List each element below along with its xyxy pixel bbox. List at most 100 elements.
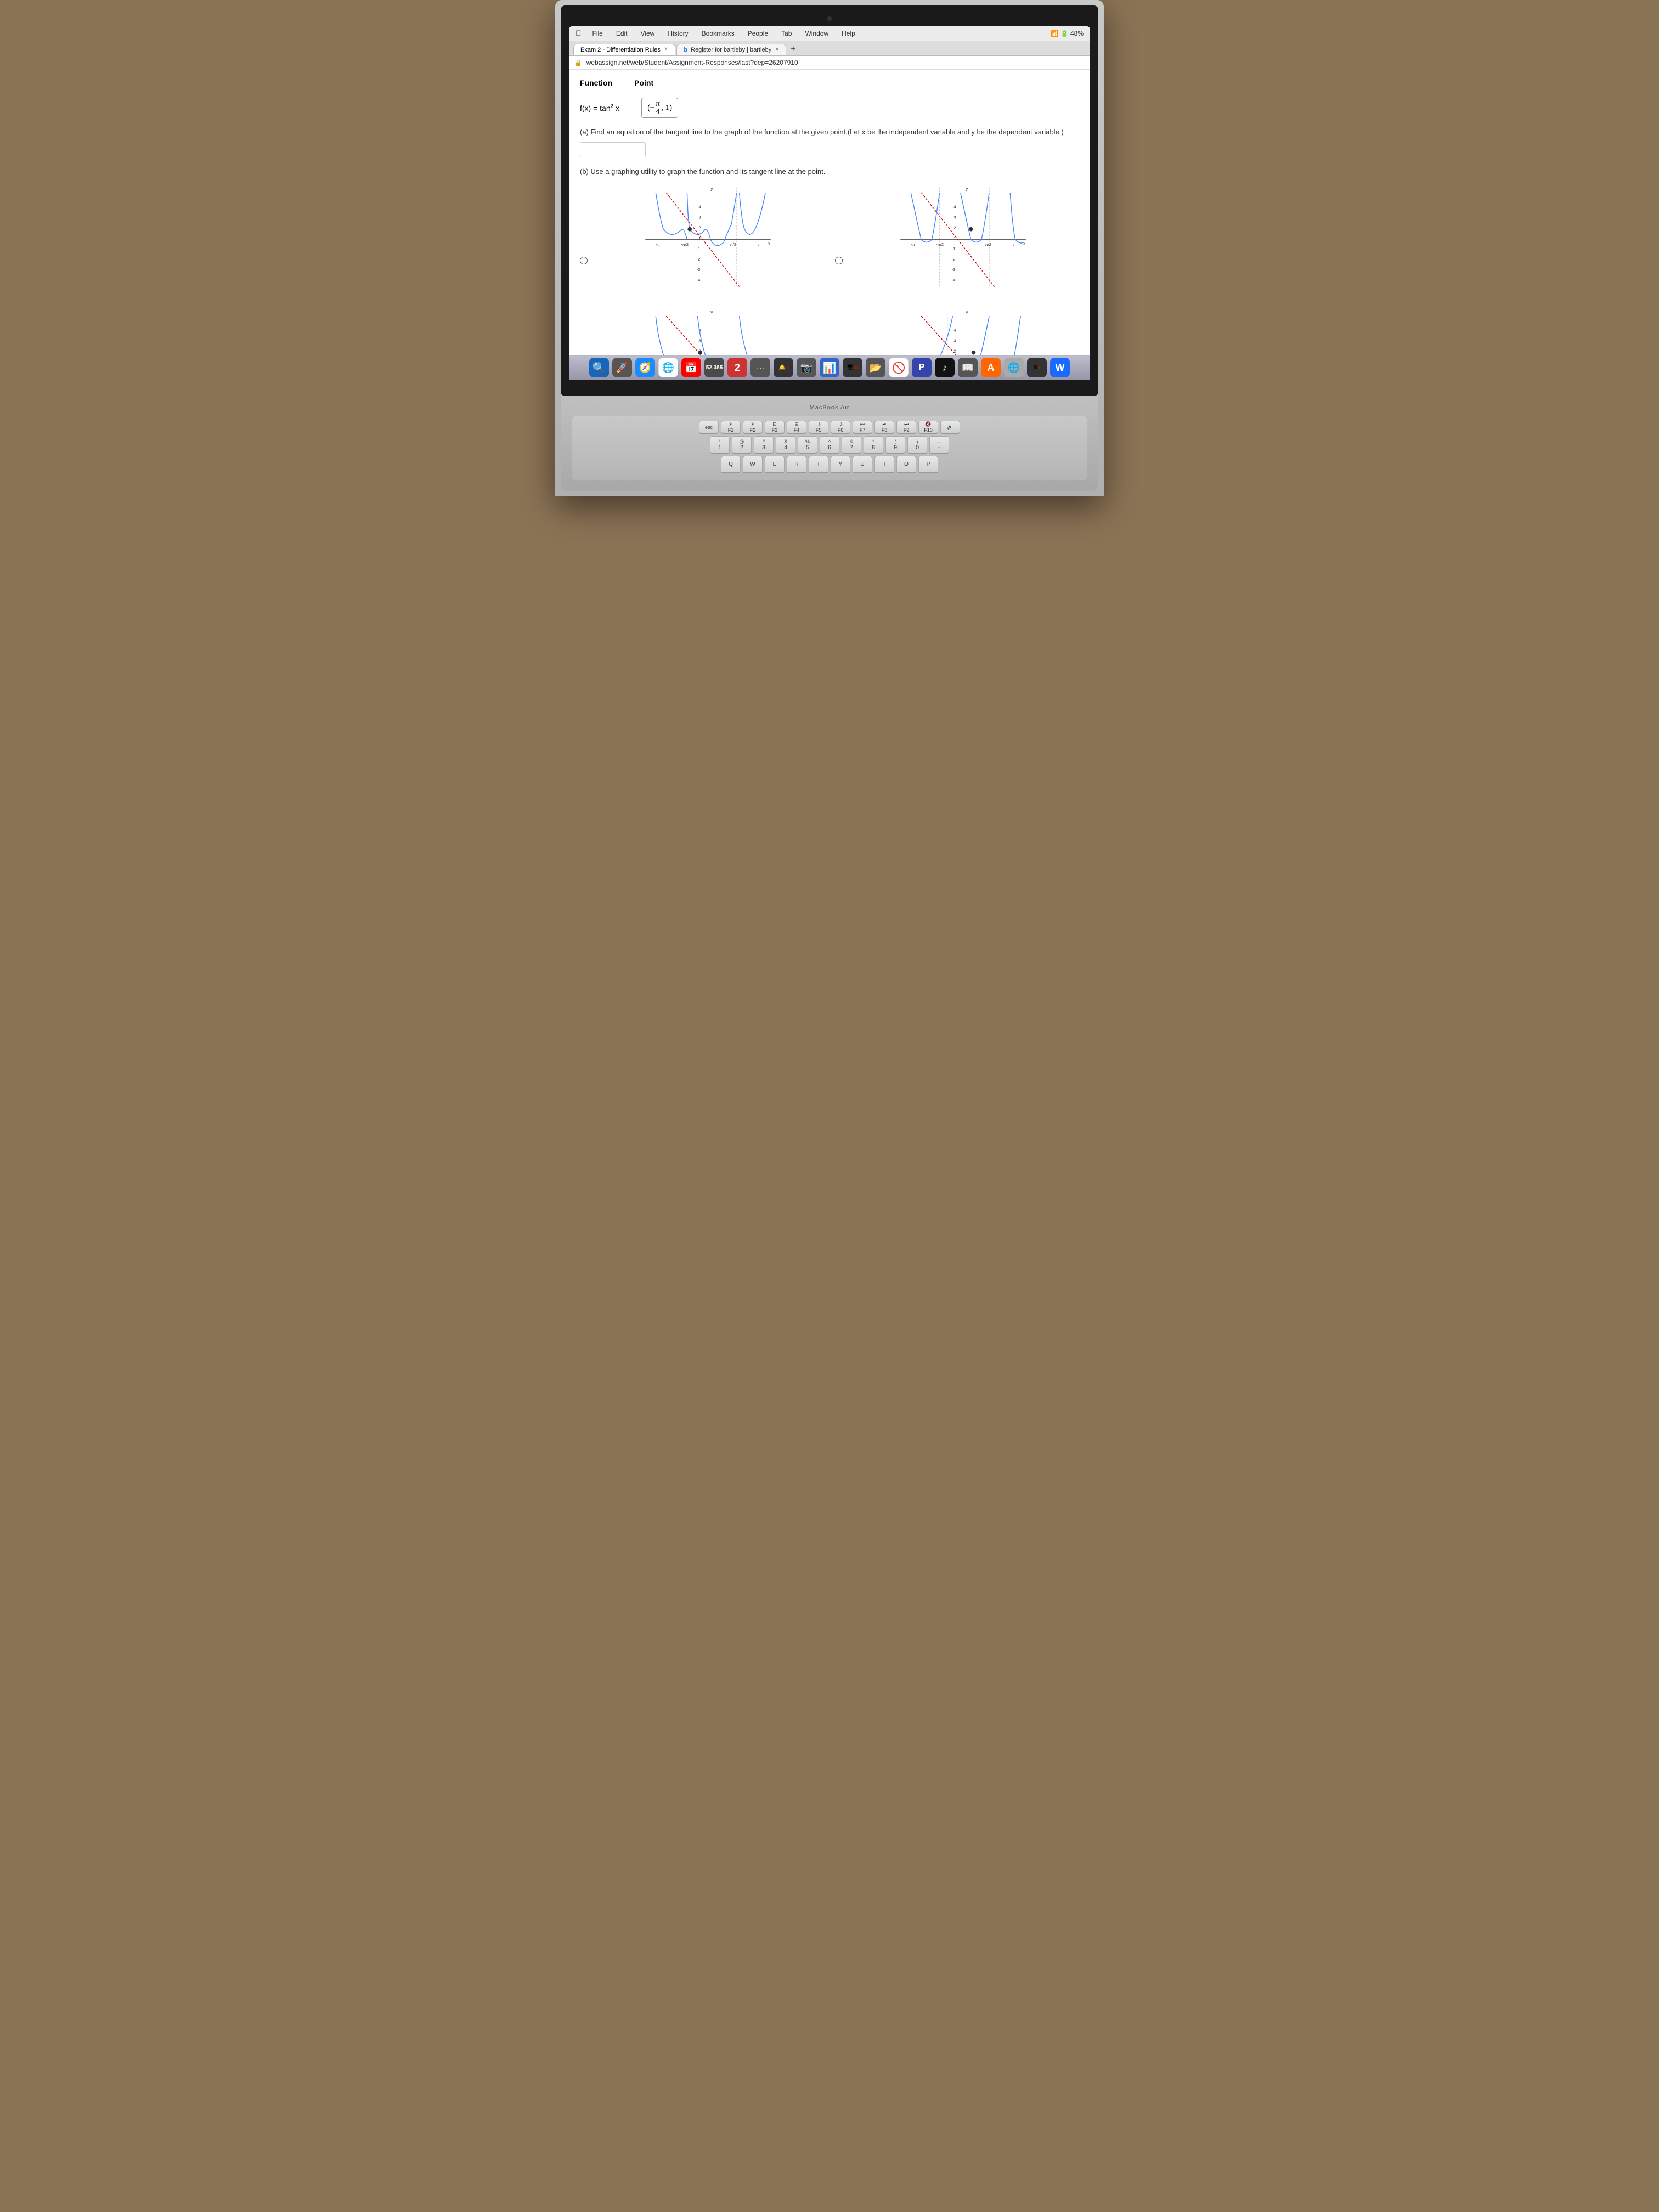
svg-text:-3: -3 xyxy=(697,267,701,272)
menu-view[interactable]: View xyxy=(639,29,657,38)
menu-tab[interactable]: Tab xyxy=(779,29,794,38)
key-i[interactable]: I xyxy=(874,456,894,473)
dock-badge3[interactable]: ⚙1 xyxy=(1027,358,1047,377)
graph-svg-1: x y 4 3 2 1 -1 -2 -3 -4 xyxy=(592,182,824,292)
dock-badge[interactable]: 🔔2 xyxy=(774,358,793,377)
apple-menu[interactable]:  xyxy=(575,29,582,38)
graph-radio-2[interactable] xyxy=(835,257,843,264)
key-o[interactable]: O xyxy=(896,456,916,473)
key-rparen-0[interactable]: )0 xyxy=(907,436,927,454)
battery-percent: 48% xyxy=(1070,30,1084,37)
tab-bar: Exam 2 - Differentiation Rules ✕ b Regis… xyxy=(569,41,1090,56)
key-p[interactable]: P xyxy=(918,456,938,473)
svg-text:y: y xyxy=(710,309,713,315)
key-esc[interactable]: esc xyxy=(699,421,719,434)
tab-bartleby[interactable]: b Register for bartleby | bartleby ✕ xyxy=(676,44,786,55)
menu-bar:  File Edit View History Bookmarks Peopl… xyxy=(569,26,1090,41)
menu-file[interactable]: File xyxy=(590,29,605,38)
dock-music[interactable]: ♪ xyxy=(935,358,955,377)
dock-book[interactable]: 📖 xyxy=(958,358,978,377)
menu-window[interactable]: Window xyxy=(803,29,831,38)
lock-icon: 🔒 xyxy=(574,59,582,66)
key-f1[interactable]: ☀ F1 xyxy=(721,421,741,434)
svg-text:-π/2: -π/2 xyxy=(681,242,689,247)
key-at-2[interactable]: @2 xyxy=(732,436,752,454)
answer-input-a[interactable] xyxy=(580,142,646,157)
menu-edit[interactable]: Edit xyxy=(614,29,630,38)
key-percent-5[interactable]: %5 xyxy=(798,436,817,454)
dock-no[interactable]: 🚫 xyxy=(889,358,909,377)
dock-2[interactable]: 2 xyxy=(727,358,747,377)
key-f11[interactable]: 🔈 xyxy=(940,421,960,434)
tab-exam-label: Exam 2 - Differentiation Rules xyxy=(580,47,661,53)
menu-bookmarks[interactable]: Bookmarks xyxy=(699,29,737,38)
graph-svg-2: x y 4 3 2 1 -1 -2 -3 -4 -π xyxy=(847,182,1079,292)
dock-badge2[interactable]: 🖥33 xyxy=(843,358,862,377)
key-star-8[interactable]: *8 xyxy=(864,436,883,454)
dock-p[interactable]: P xyxy=(912,358,932,377)
new-tab-button[interactable]: + xyxy=(787,43,799,55)
key-f7[interactable]: ⏮ F7 xyxy=(853,421,872,434)
svg-text:y: y xyxy=(966,309,968,315)
page-content: Function Point f(x) = tan2 x (−π4, 1) ( xyxy=(569,70,1090,355)
dock-a[interactable]: A xyxy=(981,358,1001,377)
key-f3[interactable]: ⊡ F3 xyxy=(765,421,785,434)
graph-wrapper-3: x y 4 3 2 1 -1 -2 -3 -4 -π xyxy=(592,306,824,355)
key-exclaim-1[interactable]: !1 xyxy=(710,436,730,454)
dock-chart[interactable]: 📊 xyxy=(820,358,839,377)
key-lparen-9[interactable]: (9 xyxy=(885,436,905,454)
svg-text:2: 2 xyxy=(698,225,701,230)
dock-folder[interactable]: 📂 xyxy=(866,358,885,377)
key-f5[interactable]: ☽ F5 xyxy=(809,421,828,434)
key-f6[interactable]: ☽ F6 xyxy=(831,421,850,434)
dock-safari[interactable]: 🧭 xyxy=(635,358,655,377)
key-f9[interactable]: ⏭ F9 xyxy=(896,421,916,434)
keyboard: esc ☀ F1 ☀ F2 ⊡ F3 ⊞ F4 ☽ xyxy=(572,416,1087,480)
graph-radio-1[interactable] xyxy=(580,257,588,264)
menu-help[interactable]: Help xyxy=(839,29,857,38)
tab-exam-close[interactable]: ✕ xyxy=(664,47,668,53)
svg-text:3: 3 xyxy=(953,215,956,220)
key-amp-7[interactable]: &7 xyxy=(842,436,861,454)
tab-exam[interactable]: Exam 2 - Differentiation Rules ✕ xyxy=(573,44,675,55)
key-q[interactable]: Q xyxy=(721,456,741,473)
dock-w[interactable]: W xyxy=(1050,358,1070,377)
svg-text:x: x xyxy=(1023,241,1026,246)
f5-icon: ☽ xyxy=(816,421,821,427)
key-f2[interactable]: ☀ F2 xyxy=(743,421,763,434)
dock-launchpad[interactable]: 🚀 xyxy=(612,358,632,377)
tab-bartleby-close[interactable]: ✕ xyxy=(775,47,779,53)
svg-text:x: x xyxy=(768,241,771,246)
graph-wrapper-1: x y 4 3 2 1 -1 -2 -3 -4 xyxy=(592,182,824,295)
key-f4[interactable]: ⊞ F4 xyxy=(787,421,806,434)
menu-people[interactable]: People xyxy=(746,29,770,38)
key-f8[interactable]: ⏯ F8 xyxy=(874,421,894,434)
address-url[interactable]: webassign.net/web/Student/Assignment-Res… xyxy=(586,59,1085,66)
key-caret-6[interactable]: ^6 xyxy=(820,436,839,454)
dock-cam[interactable]: 📷 xyxy=(797,358,816,377)
svg-text:-π/2: -π/2 xyxy=(936,242,944,247)
browser-window:  File Edit View History Bookmarks Peopl… xyxy=(569,26,1090,380)
svg-text:π: π xyxy=(1011,242,1014,247)
dock-finder[interactable]: 🔍 xyxy=(589,358,609,377)
key-w[interactable]: W xyxy=(743,456,763,473)
key-hash-3[interactable]: #3 xyxy=(754,436,774,454)
camera xyxy=(827,16,832,21)
function-text: f(x) = tan2 x xyxy=(580,104,619,112)
dock-money[interactable]: 52,385 xyxy=(704,358,724,377)
key-minus[interactable]: —- xyxy=(929,436,949,454)
menu-history[interactable]: History xyxy=(665,29,690,38)
dock-cal[interactable]: 📅 xyxy=(681,358,701,377)
key-dollar-4[interactable]: $4 xyxy=(776,436,795,454)
dock-chrome[interactable]: 🌐 xyxy=(658,358,678,377)
key-y[interactable]: Y xyxy=(831,456,850,473)
key-t[interactable]: T xyxy=(809,456,828,473)
key-u[interactable]: U xyxy=(853,456,872,473)
dock-dots[interactable]: ··· xyxy=(751,358,770,377)
key-r[interactable]: R xyxy=(787,456,806,473)
qwerty-key-row: Q W E R T Y U I O P xyxy=(576,456,1083,473)
key-f10[interactable]: 🔇 F10 xyxy=(918,421,938,434)
key-e[interactable]: E xyxy=(765,456,785,473)
svg-text:4: 4 xyxy=(953,328,956,333)
dock-globe2[interactable]: 🌐 xyxy=(1004,358,1024,377)
